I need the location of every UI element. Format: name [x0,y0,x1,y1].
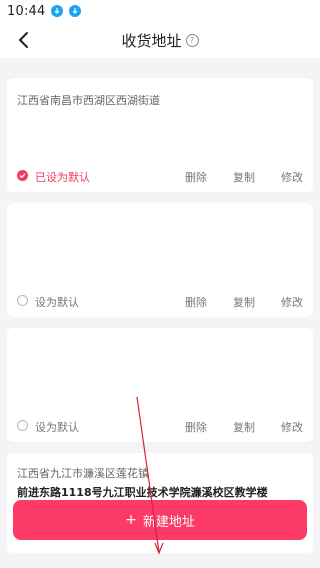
page-title: 收货地址 [121,31,182,50]
plus-icon: + [125,512,137,528]
edit-button[interactable]: 修改 [281,294,303,310]
chevron-left-icon [19,32,28,48]
status-time: 10:44 [7,3,46,19]
delete-button[interactable]: 删除 [185,419,207,435]
question-circle-icon[interactable]: ? [185,33,199,47]
address-card[interactable]: 江西省南昌市西湖区西湖街道 已设为默认 删除 复制 修改 [7,78,313,192]
copy-button[interactable]: 复制 [233,169,255,185]
default-radio[interactable] [17,170,28,181]
status-bar: 10:44 [0,0,320,22]
default-radio[interactable] [17,420,28,431]
default-radio[interactable] [17,295,28,306]
address-line: 江西省九江市濂溪区莲花镇 [17,467,149,480]
delete-button[interactable]: 删除 [185,169,207,185]
delete-button[interactable]: 删除 [185,294,207,310]
address-line: 江西省南昌市西湖区西湖街道 [17,94,160,107]
download-icon [51,5,64,17]
address-actions: 设为默认 删除 复制 修改 [7,292,313,312]
edit-button[interactable]: 修改 [281,169,303,185]
new-address-label: 新建地址 [142,514,195,530]
download-icon [69,5,82,17]
edit-button[interactable]: 修改 [281,419,303,435]
check-icon [19,173,26,179]
address-actions: 已设为默认 删除 复制 修改 [7,167,313,187]
address-card[interactable]: 设为默认 删除 复制 修改 [7,328,313,442]
address-card[interactable]: 设为默认 删除 复制 修改 [7,203,313,317]
address-detail: 前进东路1118号九江职业技术学院濂溪校区教学楼 [17,486,268,499]
address-actions: 设为默认 删除 复制 修改 [7,417,313,437]
default-label[interactable]: 设为默认 [35,419,79,435]
new-address-button[interactable]: + 新建地址 [13,500,307,540]
default-label[interactable]: 已设为默认 [35,169,90,185]
back-button[interactable] [14,30,34,50]
header: 收货地址 ? [0,22,320,58]
copy-button[interactable]: 复制 [233,294,255,310]
default-label[interactable]: 设为默认 [35,294,79,310]
copy-button[interactable]: 复制 [233,419,255,435]
